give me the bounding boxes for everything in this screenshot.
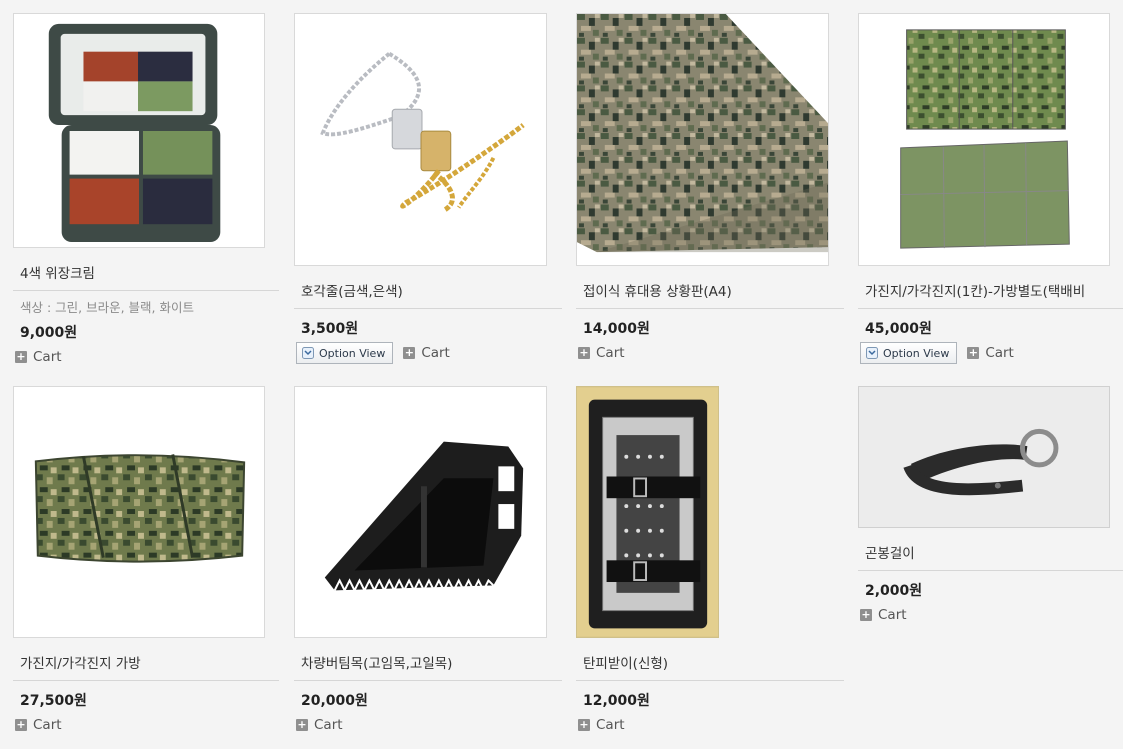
product-name[interactable]: 호각줄(금색,은색) xyxy=(294,280,562,300)
plus-icon: + xyxy=(15,718,27,731)
add-to-cart-button[interactable]: + Cart xyxy=(578,717,625,733)
product-price: 9,000원 xyxy=(20,325,78,341)
cart-label: Cart xyxy=(314,717,343,733)
cart-label: Cart xyxy=(985,345,1014,361)
product-image-situation-board[interactable] xyxy=(576,13,829,266)
cart-label: Cart xyxy=(33,349,62,365)
chevron-down-icon xyxy=(302,347,314,359)
product-name[interactable]: 곤봉걸이 xyxy=(858,542,1123,562)
option-view-button[interactable]: Option View xyxy=(296,342,394,364)
product-name[interactable]: 가진지/가각진지 가방 xyxy=(13,652,279,672)
product-card: 접이식 휴대용 상황판(A4) 14,000원 + Cart xyxy=(576,13,844,364)
product-name[interactable]: 차량버팀목(고임목,고일목) xyxy=(294,652,562,672)
plus-icon: + xyxy=(15,350,27,363)
plus-icon: + xyxy=(403,346,416,359)
product-actions: + Cart xyxy=(576,710,844,736)
product-price: 27,500원 xyxy=(20,693,87,709)
add-to-cart-button[interactable]: + Cart xyxy=(296,717,343,733)
product-image-wrap xyxy=(576,386,829,638)
add-to-cart-button[interactable]: + Cart xyxy=(967,345,1014,361)
add-to-cart-button[interactable]: + Cart xyxy=(578,345,625,361)
product-card: 곤봉걸이 2,000원 + Cart xyxy=(858,386,1123,626)
product-actions: Option View + Cart xyxy=(294,338,562,364)
product-description: 색상 : 그린, 브라운, 블랙, 화이트 xyxy=(20,300,194,315)
product-actions: + Cart xyxy=(13,710,279,736)
add-to-cart-button[interactable]: + Cart xyxy=(15,349,62,365)
product-image-face-paint[interactable] xyxy=(13,13,265,248)
product-price: 20,000원 xyxy=(301,693,368,709)
add-to-cart-button[interactable]: + Cart xyxy=(403,345,450,361)
product-image-panel-screen[interactable] xyxy=(858,13,1110,266)
plus-icon: + xyxy=(578,346,590,359)
product-card: 탄피받이(신형) 12,000원 + Cart xyxy=(576,386,844,736)
product-card: 4색 위장크림 색상 : 그린, 브라운, 블랙, 화이트 9,000원 + C… xyxy=(13,13,279,368)
product-card: 차량버팀목(고임목,고일목) 20,000원 + Cart xyxy=(294,386,562,736)
product-card: 가진지/가각진지 가방 27,500원 + Cart xyxy=(13,386,279,736)
option-view-label: Option View xyxy=(883,346,950,360)
product-actions: + Cart xyxy=(13,342,279,368)
plus-icon: + xyxy=(860,608,872,621)
product-card: 호각줄(금색,은색) 3,500원 Option View + Cart xyxy=(294,13,562,364)
option-view-button[interactable]: Option View xyxy=(860,342,958,364)
plus-icon: + xyxy=(967,346,980,359)
option-view-label: Option View xyxy=(319,346,386,360)
add-to-cart-button[interactable]: + Cart xyxy=(860,607,907,623)
product-price: 14,000원 xyxy=(583,321,650,337)
product-name[interactable]: 가진지/가각진지(1칸)-가방별도(택배비 xyxy=(858,280,1123,300)
product-image-camo-bag[interactable] xyxy=(13,386,265,638)
product-card: 가진지/가각진지(1칸)-가방별도(택배비 45,000원 Option Vie… xyxy=(858,13,1123,364)
cart-label: Cart xyxy=(878,607,907,623)
product-image-whistle-chain[interactable] xyxy=(294,13,547,266)
product-actions: + Cart xyxy=(576,338,844,364)
cart-label: Cart xyxy=(596,717,625,733)
product-actions: + Cart xyxy=(294,710,562,736)
chevron-down-icon xyxy=(866,347,878,359)
product-name[interactable]: 탄피받이(신형) xyxy=(576,652,844,672)
product-image-shell-catcher[interactable] xyxy=(576,386,719,638)
product-actions: + Cart xyxy=(858,600,1123,626)
plus-icon: + xyxy=(578,718,590,731)
product-image-wheel-chock[interactable] xyxy=(294,386,547,638)
plus-icon: + xyxy=(296,718,308,731)
product-actions: Option View + Cart xyxy=(858,338,1123,364)
product-image-baton-holder[interactable] xyxy=(858,386,1110,528)
product-price: 2,000원 xyxy=(865,583,923,599)
product-price: 45,000원 xyxy=(865,321,932,337)
add-to-cart-button[interactable]: + Cart xyxy=(15,717,62,733)
product-name[interactable]: 4색 위장크림 xyxy=(13,262,279,282)
product-name[interactable]: 접이식 휴대용 상황판(A4) xyxy=(576,280,844,300)
cart-label: Cart xyxy=(421,345,450,361)
product-price: 12,000원 xyxy=(583,693,650,709)
cart-label: Cart xyxy=(596,345,625,361)
product-price: 3,500원 xyxy=(301,321,359,337)
cart-label: Cart xyxy=(33,717,62,733)
